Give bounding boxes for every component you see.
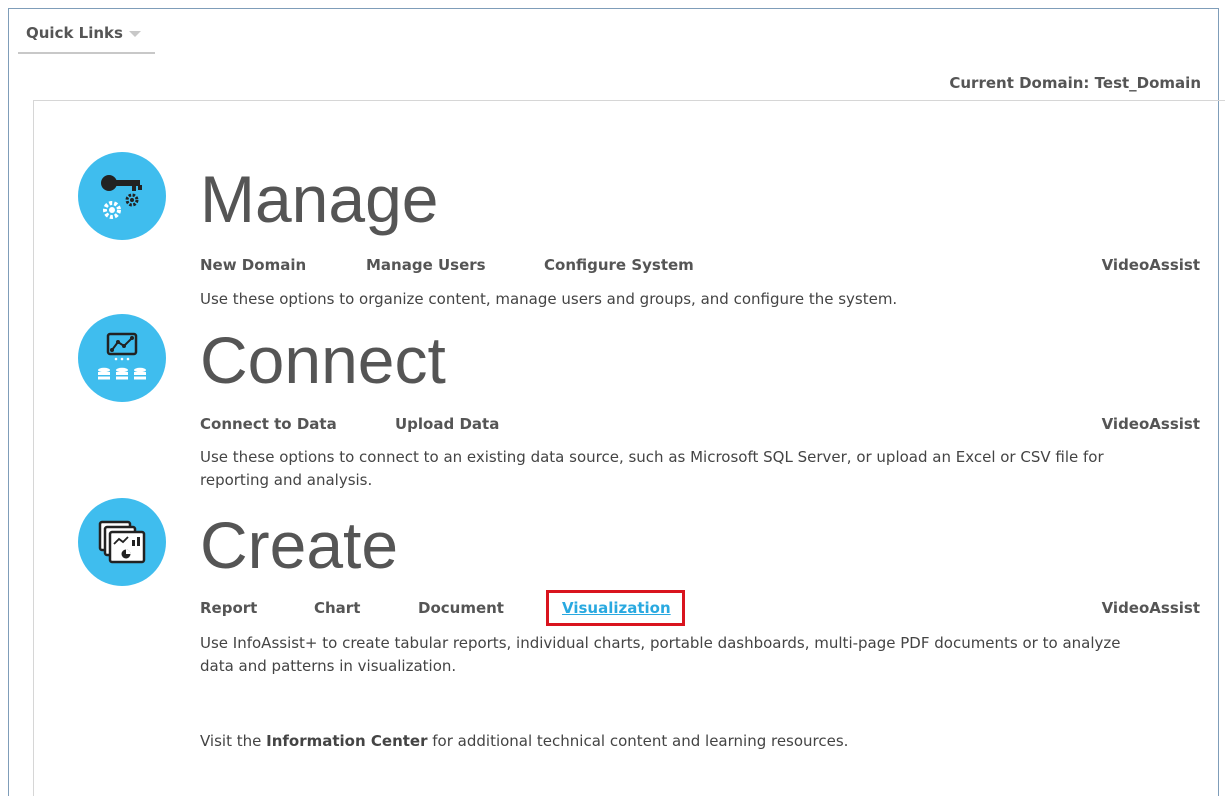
visualization-link[interactable]: Visualization bbox=[562, 599, 671, 617]
manage-description: Use these options to organize content, m… bbox=[200, 290, 898, 308]
quick-links-label: Quick Links bbox=[26, 24, 123, 42]
upload-data-link[interactable]: Upload Data bbox=[395, 415, 499, 433]
info-prefix: Visit the bbox=[200, 732, 267, 750]
current-domain-label: Current Domain: Test_Domain bbox=[949, 74, 1201, 92]
dashboard-pages-icon bbox=[78, 498, 166, 586]
connect-links: Connect to Data Upload Data bbox=[200, 415, 600, 439]
connect-description: Use these options to connect to an exist… bbox=[200, 448, 1104, 489]
configure-system-link[interactable]: Configure System bbox=[544, 256, 694, 274]
key-gear-icon bbox=[78, 152, 166, 240]
manage-videoassist-link[interactable]: VideoAssist bbox=[1102, 256, 1200, 274]
manage-links: New Domain Manage Users Configure System bbox=[200, 256, 800, 280]
information-center-line: Visit the Information Center for additio… bbox=[200, 732, 848, 750]
create-description: Use InfoAssist+ to create tabular report… bbox=[200, 634, 1121, 675]
chart-link[interactable]: Chart bbox=[314, 599, 360, 617]
chevron-down-icon bbox=[128, 31, 141, 37]
quick-links-menu[interactable]: Quick Links bbox=[18, 22, 155, 54]
info-suffix: for additional technical content and lea… bbox=[427, 732, 849, 750]
manage-users-link[interactable]: Manage Users bbox=[366, 256, 486, 274]
create-links: Report Chart Document bbox=[200, 599, 540, 623]
data-connect-icon bbox=[78, 314, 166, 402]
document-link[interactable]: Document bbox=[418, 599, 504, 617]
create-videoassist-link[interactable]: VideoAssist bbox=[1102, 599, 1200, 617]
connect-title: Connect bbox=[200, 323, 446, 397]
manage-title: Manage bbox=[200, 162, 439, 236]
connect-videoassist-link[interactable]: VideoAssist bbox=[1102, 415, 1200, 433]
new-domain-link[interactable]: New Domain bbox=[200, 256, 306, 274]
information-center-link[interactable]: Information Center bbox=[266, 732, 427, 750]
connect-to-data-link[interactable]: Connect to Data bbox=[200, 415, 337, 433]
create-title: Create bbox=[200, 508, 399, 582]
report-link[interactable]: Report bbox=[200, 599, 257, 617]
